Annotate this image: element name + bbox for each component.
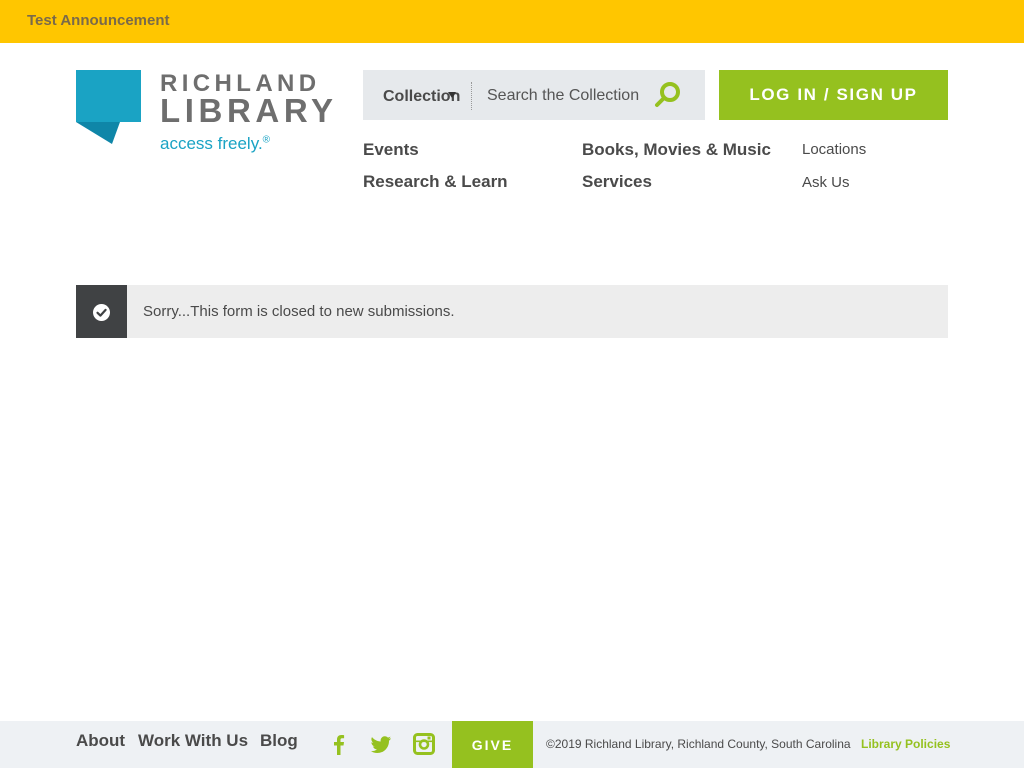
nav-events[interactable]: Events: [363, 140, 419, 160]
give-button[interactable]: GIVE: [452, 721, 533, 768]
nav-services[interactable]: Services: [582, 172, 652, 192]
announcement-link[interactable]: Test Announcement: [27, 12, 170, 29]
library-policies-link[interactable]: Library Policies: [861, 737, 950, 751]
footer-about-link[interactable]: About: [76, 731, 125, 751]
search-divider: [471, 82, 472, 110]
copyright-text: ©2019 Richland Library, Richland County,…: [546, 737, 851, 751]
announcement-bar: Test Announcement: [0, 0, 1024, 43]
notice-icon-box: [76, 285, 127, 338]
nav-ask-us[interactable]: Ask Us: [802, 174, 850, 191]
logo-tagline: access freely.®: [160, 134, 271, 153]
footer: About Work With Us Blog GIVE ©2019 Richl…: [0, 721, 1024, 768]
nav-locations[interactable]: Locations: [802, 141, 866, 158]
footer-work-with-us-link[interactable]: Work With Us: [138, 731, 248, 751]
nav-research-learn[interactable]: Research & Learn: [363, 172, 508, 192]
facebook-icon[interactable]: [328, 733, 350, 755]
twitter-icon[interactable]: [370, 733, 392, 755]
search-icon[interactable]: [653, 80, 683, 110]
footer-blog-link[interactable]: Blog: [260, 731, 298, 751]
login-signup-button[interactable]: LOG IN / SIGN UP: [719, 70, 948, 120]
nav-books-movies-music[interactable]: Books, Movies & Music: [582, 140, 771, 160]
notice-message: Sorry...This form is closed to new submi…: [143, 303, 455, 320]
search-bar: Collection: [363, 70, 705, 120]
richland-library-logo[interactable]: RICHLAND LIBRARY access freely.®: [76, 70, 333, 160]
logo-word-library: LIBRARY: [160, 92, 338, 129]
caret-down-icon[interactable]: [448, 92, 456, 98]
form-closed-notice: Sorry...This form is closed to new submi…: [76, 285, 948, 338]
search-input[interactable]: [479, 82, 649, 110]
check-circle-icon: [93, 304, 110, 321]
instagram-icon[interactable]: [413, 733, 435, 755]
speech-bubble-logo-icon: [76, 70, 141, 144]
